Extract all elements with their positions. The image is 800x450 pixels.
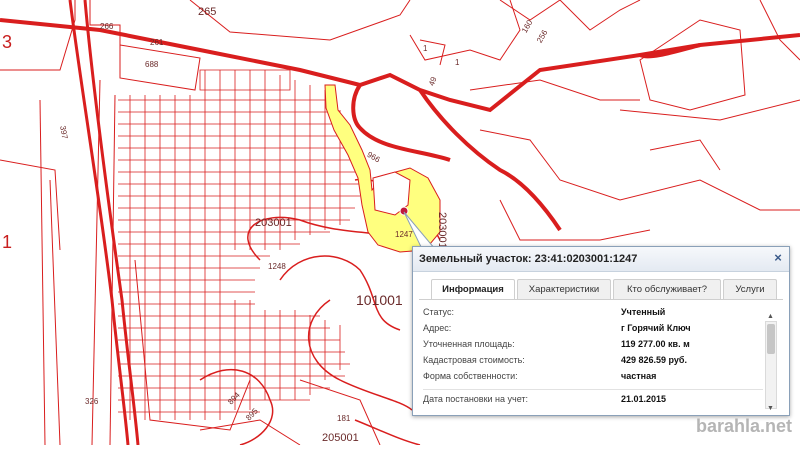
tab-info[interactable]: Информация — [431, 279, 515, 299]
info-value: 21.01.2015 — [621, 394, 667, 404]
info-row-status: Статус: Учтенный — [423, 307, 763, 321]
parcel-label: 1 — [423, 44, 428, 53]
parcel-label: 203001 — [255, 217, 292, 229]
tab-divider — [419, 299, 783, 300]
parcel-label: 205001 — [322, 432, 359, 444]
highlighted-parcel[interactable] — [324, 84, 441, 253]
parcel-label: 326 — [85, 397, 99, 406]
popup-title: Земельный участок: 23:41:0203001:1247 — [419, 253, 638, 265]
scroll-up-icon[interactable]: ▲ — [767, 313, 774, 320]
info-label: Форма собственности: — [423, 371, 518, 381]
info-row-address: Адрес: г Горячий Ключ — [423, 323, 763, 337]
parcel-label: 203001 — [436, 212, 448, 249]
info-label: Адрес: — [423, 323, 452, 333]
tab-services[interactable]: Услуги — [723, 279, 777, 299]
lot-grid — [118, 69, 360, 420]
location-marker[interactable] — [399, 206, 409, 216]
parcel-label: 181 — [337, 414, 351, 423]
parcel-label: 101001 — [356, 292, 403, 308]
parcel-label: 266 — [100, 22, 114, 31]
info-label: Дата постановки на учет: — [423, 394, 529, 404]
highway — [68, 0, 140, 446]
parcel-label: 265 — [198, 6, 217, 18]
popup-scrollbar[interactable] — [765, 321, 777, 409]
close-icon[interactable]: × — [771, 251, 785, 265]
scroll-down-icon[interactable]: ▼ — [767, 405, 774, 412]
tab-characteristics[interactable]: Характеристики — [517, 279, 611, 299]
info-row-ownership: Форма собственности: частная — [423, 371, 763, 385]
info-label: Статус: — [423, 307, 454, 317]
parcel-label: 688 — [145, 60, 159, 69]
parcel-info-popup: Земельный участок: 23:41:0203001:1247 × … — [412, 246, 790, 416]
info-label: Кадастровая стоимость: — [423, 355, 525, 365]
info-value: 119 277.00 кв. м — [621, 339, 690, 349]
district-label: 3 — [2, 32, 13, 52]
district-label: 1 — [2, 232, 13, 252]
parcel-label: 261 — [150, 38, 164, 47]
popup-header: Земельный участок: 23:41:0203001:1247 × — [413, 247, 789, 272]
watermark: barahla.net — [695, 416, 792, 436]
parcel-label: 1 — [455, 58, 460, 67]
scrollbar-thumb[interactable] — [767, 324, 775, 354]
info-value: Учтенный — [621, 307, 666, 317]
info-row-area: Уточненная площадь: 119 277.00 кв. м — [423, 339, 763, 353]
info-value: 429 826.59 руб. — [621, 355, 687, 365]
info-row-cadastral-value: Кадастровая стоимость: 429 826.59 руб. — [423, 355, 763, 369]
info-row-registration-date: Дата постановки на учет: 21.01.2015 — [423, 389, 763, 408]
info-value: г Горячий Ключ — [621, 323, 691, 333]
tab-who-serves[interactable]: Кто обслуживает? — [613, 279, 721, 299]
popup-tabs: Информация Характеристики Кто обслуживае… — [419, 279, 783, 299]
info-label: Уточненная площадь: — [423, 339, 515, 349]
info-value: частная — [621, 371, 657, 381]
parcel-label: 1247 — [395, 230, 413, 239]
parcel-label: 1248 — [268, 262, 286, 271]
